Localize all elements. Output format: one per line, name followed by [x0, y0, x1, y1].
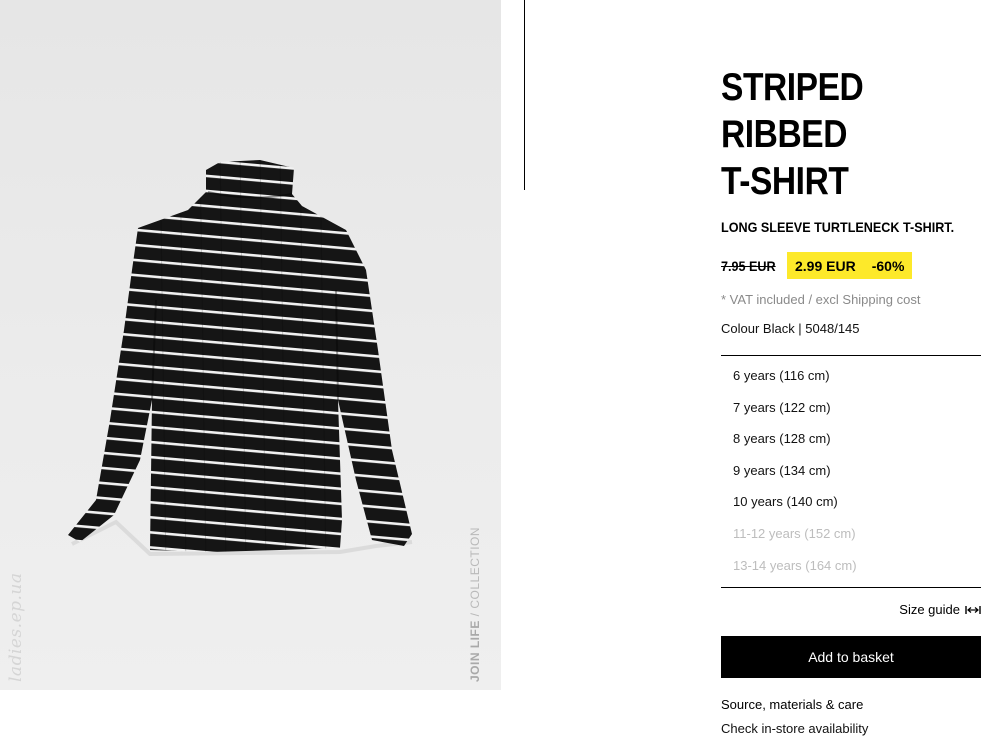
source-materials-link[interactable]: Source, materials & care — [721, 697, 983, 712]
price-row: 7.95 EUR 2.99 EUR -60% — [721, 252, 983, 279]
sale-price-badge: 2.99 EUR -60% — [787, 252, 913, 279]
product-info-panel: STRIPED RIBBED T-SHIRT LONG SLEEVE TURTL… — [721, 64, 983, 736]
size-guide-label: Size guide — [899, 602, 960, 618]
colour-reference: Colour Black | 5048/145 — [721, 321, 860, 336]
size-option[interactable]: 8 years (128 cm) — [721, 423, 981, 455]
old-price: 7.95 EUR — [721, 257, 776, 274]
watermark-text: ladies.ep.ua — [6, 572, 26, 682]
size-option-unavailable[interactable]: 11-12 years (152 cm) — [721, 518, 981, 550]
product-subtitle: LONG SLEEVE TURTLENECK T-SHIRT. — [721, 219, 955, 235]
size-option[interactable]: 10 years (140 cm) — [721, 486, 981, 518]
discount-percent: -60% — [871, 257, 905, 274]
collection-caption: JOIN LIFE / COLLECTION — [468, 526, 482, 682]
product-title: STRIPED RIBBED T-SHIRT — [721, 66, 864, 203]
vat-note: * VAT included / excl Shipping cost — [721, 292, 921, 307]
add-to-basket-button[interactable]: Add to basket — [721, 636, 981, 679]
size-option[interactable]: 6 years (116 cm) — [721, 360, 981, 392]
size-option[interactable]: 7 years (122 cm) — [721, 392, 981, 424]
sale-price: 2.99 EUR — [795, 257, 856, 274]
product-image-panel[interactable]: JOIN LIFE / COLLECTION ladies.ep.ua — [0, 0, 501, 690]
vertical-divider — [524, 0, 525, 190]
product-photo[interactable] — [40, 150, 440, 570]
size-selector: 6 years (116 cm) 7 years (122 cm) 8 year… — [721, 355, 981, 589]
availability-link[interactable]: Check in-store availability — [721, 721, 983, 736]
size-guide-link[interactable]: Size guide — [721, 602, 981, 617]
size-option-unavailable[interactable]: 13-14 years (164 cm) — [721, 550, 981, 582]
ruler-arrows-icon — [965, 605, 981, 614]
size-option[interactable]: 9 years (134 cm) — [721, 455, 981, 487]
